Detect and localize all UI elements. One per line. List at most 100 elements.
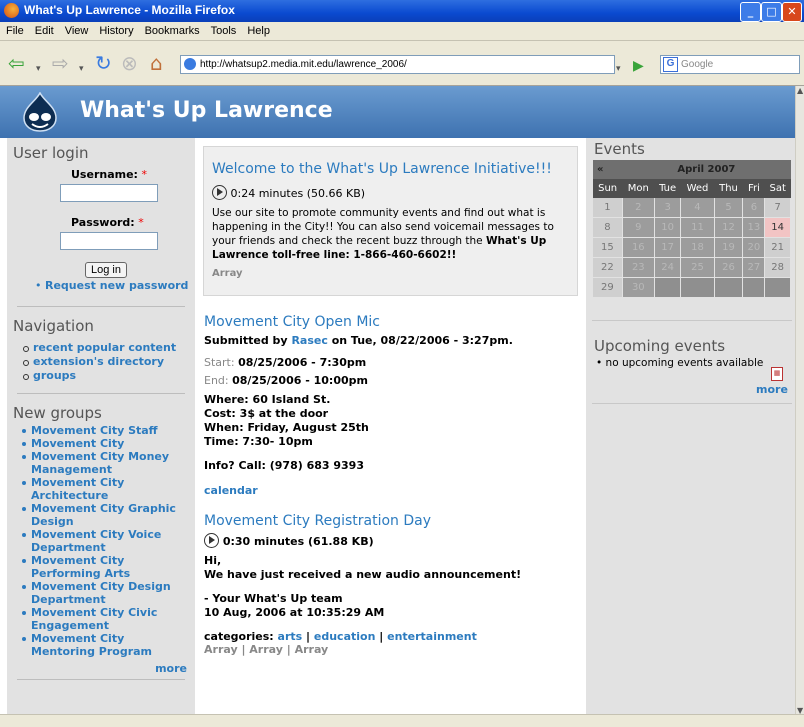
play-icon[interactable] [204, 533, 219, 548]
address-bar[interactable]: http://whatsup2.media.mit.edu/lawrence_2… [180, 55, 763, 74]
nav-item-popular[interactable]: recent popular content [21, 341, 189, 355]
menu-view[interactable]: View [59, 22, 94, 37]
post2-duration: 0:30 minutes (61.88 KB) [222, 535, 374, 548]
weekday: Mon [622, 179, 655, 198]
page-scrollbar[interactable]: ▲ ▼ [795, 86, 804, 726]
calendar-day[interactable]: 15 [593, 237, 623, 258]
calendar-day[interactable]: 27 [742, 257, 766, 278]
request-password-link[interactable]: Request new password [45, 279, 188, 292]
url-dropdown-icon[interactable]: ▾ [616, 59, 621, 79]
calendar-day[interactable]: 23 [622, 257, 655, 278]
calendar-day[interactable]: 2 [622, 198, 655, 218]
menu-help[interactable]: Help [241, 22, 275, 37]
menu-edit[interactable]: Edit [29, 22, 59, 37]
calendar-day[interactable]: 18 [680, 237, 715, 258]
play-icon[interactable] [212, 185, 227, 200]
calendar-link[interactable]: calendar [204, 484, 258, 497]
scroll-up-icon[interactable]: ▲ [797, 86, 803, 95]
group-item[interactable]: Movement City Design Department [21, 580, 189, 606]
menu-file[interactable]: File [0, 22, 29, 37]
group-item[interactable]: Movement City Graphic Design [21, 502, 189, 528]
drupal-logo-icon[interactable] [22, 92, 58, 132]
login-button[interactable]: Log in [85, 262, 127, 278]
calendar-day[interactable]: 22 [593, 257, 623, 278]
calendar-day[interactable]: 25 [680, 257, 715, 278]
group-item[interactable]: Movement City Voice Department [21, 528, 189, 554]
go-icon[interactable]: ▶ [633, 56, 644, 76]
group-item[interactable]: Movement City Civic Engagement [21, 606, 189, 632]
calendar-day[interactable]: 7 [764, 198, 791, 218]
site-icon [184, 58, 196, 71]
username-input[interactable] [60, 184, 158, 202]
category-link[interactable]: entertainment [387, 630, 477, 643]
calendar-day[interactable]: 5 [714, 198, 744, 218]
minimize-button[interactable]: _ [740, 2, 761, 22]
stop-icon[interactable]: ⊗ [121, 53, 138, 73]
group-item[interactable]: Movement City Architecture [21, 476, 189, 502]
group-item[interactable]: Movement City Performing Arts [21, 554, 189, 580]
calendar-day[interactable]: 9 [622, 217, 655, 238]
post2-timestamp: 10 Aug, 2006 at 10:35:29 AM [204, 606, 385, 619]
event-info: Info? Call: (978) 683 9393 [204, 459, 364, 472]
calendar-day[interactable]: 8 [593, 217, 623, 238]
calendar-day[interactable]: 11 [680, 217, 715, 238]
upcoming-title: Upcoming events [594, 337, 726, 355]
calendar-day[interactable]: 30 [622, 277, 655, 298]
menu-history[interactable]: History [93, 22, 138, 37]
menu-bookmarks[interactable]: Bookmarks [139, 22, 205, 37]
back-dropdown-icon[interactable]: ▾ [36, 59, 41, 79]
calendar-day[interactable]: 17 [654, 237, 682, 258]
category-link[interactable]: arts [278, 630, 303, 643]
group-item[interactable]: Movement City Staff [21, 424, 189, 437]
calendar-day[interactable]: 13 [742, 217, 766, 238]
category-link[interactable]: education [314, 630, 376, 643]
search-box[interactable]: G Google [660, 55, 800, 74]
nav-item-directory[interactable]: extension's directory [21, 355, 189, 369]
calendar-day[interactable]: 6 [742, 198, 766, 218]
post-title[interactable]: Movement City Open Mic [204, 314, 579, 330]
calendar-day[interactable]: 3 [654, 198, 682, 218]
welcome-title[interactable]: Welcome to the What's Up Lawrence Initia… [212, 161, 569, 177]
calendar-prev-button[interactable]: « [593, 160, 623, 179]
forward-dropdown-icon[interactable]: ▾ [79, 59, 84, 79]
upcoming-more-link[interactable]: more [756, 383, 788, 396]
calendar-day[interactable]: 10 [654, 217, 682, 238]
calendar-day[interactable]: 29 [593, 277, 623, 298]
calendar-day[interactable]: 19 [714, 237, 744, 258]
group-item[interactable]: Movement City Money Management [21, 450, 189, 476]
calendar-day[interactable]: 16 [622, 237, 655, 258]
calendar-day[interactable]: 1 [593, 198, 623, 218]
calendar-day[interactable]: 4 [680, 198, 715, 218]
end-label: End: [204, 374, 229, 387]
calendar-day[interactable]: 24 [654, 257, 682, 278]
site-name[interactable]: What's Up Lawrence [80, 98, 333, 123]
calendar-day[interactable]: 21 [764, 237, 791, 258]
separator [592, 403, 792, 404]
group-item[interactable]: Movement City [21, 437, 189, 450]
close-button[interactable]: ✕ [782, 2, 802, 22]
forward-icon[interactable]: ⇨ [52, 53, 69, 73]
back-icon[interactable]: ⇦ [8, 53, 25, 73]
post-title[interactable]: Movement City Registration Day [204, 513, 579, 529]
reload-icon[interactable]: ↻ [95, 53, 112, 73]
post2-line: Hi, [204, 554, 222, 567]
weekday: Thu [714, 179, 743, 198]
menu-tools[interactable]: Tools [205, 22, 242, 37]
events-title: Events [594, 140, 645, 158]
nav-item-groups[interactable]: groups [21, 369, 189, 383]
maximize-button[interactable]: □ [761, 2, 782, 22]
main-content: Welcome to the What's Up Lawrence Initia… [195, 138, 586, 726]
author-link[interactable]: Rasec [291, 334, 327, 347]
calendar-day[interactable]: 14 [764, 217, 791, 238]
separator [592, 320, 792, 321]
calendar-day[interactable]: 26 [714, 257, 744, 278]
password-input[interactable] [60, 232, 158, 250]
home-icon[interactable]: ⌂ [150, 53, 163, 73]
calendar-day[interactable]: 28 [764, 257, 791, 278]
ical-icon[interactable]: ▦ [771, 367, 783, 381]
group-item[interactable]: Movement City Mentoring Program [21, 632, 189, 658]
calendar-weekdays: Sun Mon Tue Wed Thu Fri Sat [593, 179, 791, 198]
calendar-day[interactable]: 20 [742, 237, 766, 258]
groups-more-link[interactable]: more [155, 662, 187, 675]
calendar-day[interactable]: 12 [714, 217, 744, 238]
